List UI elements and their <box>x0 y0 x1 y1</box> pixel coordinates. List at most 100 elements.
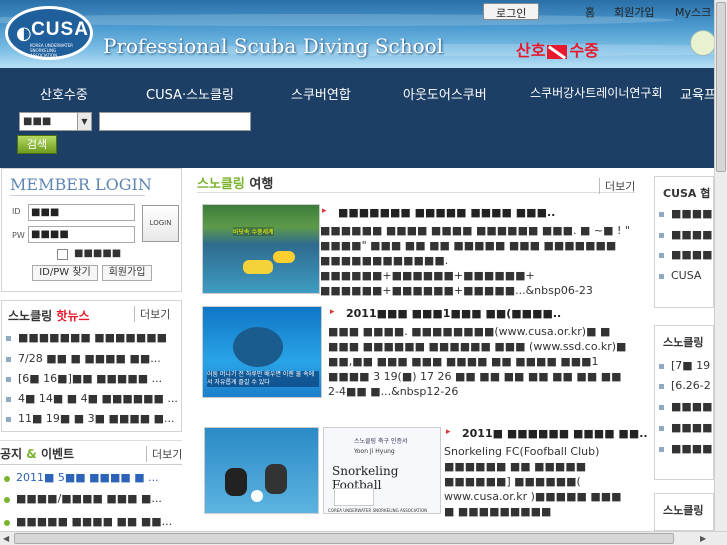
logo-text: CUSA <box>31 19 89 40</box>
diver-figure <box>265 464 287 494</box>
pw-label: PW <box>12 231 25 240</box>
nav-cusa[interactable]: CUSA·스노클링 <box>146 84 234 103</box>
nav-sanho[interactable]: 산호수중 <box>40 84 88 103</box>
list-item[interactable]: CUSA <box>655 269 701 282</box>
save-id-label: ■■■■■ <box>74 248 122 259</box>
certificate-footer: COREA UNDERWATER SNORKELING ASSOCIATION <box>328 508 428 513</box>
notice-title-b: 이벤트 <box>40 447 75 461</box>
nav-scuba-union[interactable]: 스쿠버연합 <box>291 84 351 103</box>
list-item[interactable]: 2011■ 5■■ ■■■■ ■ ... <box>0 471 159 484</box>
travel-header: 스노클링 여행 더보기 <box>197 168 635 194</box>
logo-subtitle: KOREA UNDERWATER SNORKELING ASSOCIATION <box>30 43 73 58</box>
list-item[interactable]: ■■■■ <box>655 421 713 434</box>
notice-title-a: 공지 <box>0 447 23 461</box>
sanho-right-text: 수중 <box>569 41 599 60</box>
list-item[interactable]: ■■■■ <box>655 228 713 241</box>
snorkel-news-title-b: 핫뉴스 <box>56 309 90 323</box>
login-submit-button[interactable]: LOGIN <box>142 205 179 242</box>
cusa-box-title: CUSA 협 <box>663 187 711 200</box>
sanho-left-text: 산호 <box>516 41 546 60</box>
snorkel-right-box: 스노클링 [7■ 19 [6.26-2 ■■■■ ■■■■ ■■■■ <box>654 325 714 480</box>
travel-title-b: 여행 <box>249 177 274 192</box>
notice-title-amp: & <box>26 447 37 461</box>
list-item[interactable]: 11■ 19■ ■ 3■ ■■■■ ■... <box>2 412 175 425</box>
list-item[interactable]: ■■■■ <box>655 442 713 455</box>
post-thumbnail[interactable]: 어둠 머나기 전 하루만 배우면 이젠 물 속에서 자유롭게 즐길 수 있다 <box>202 306 322 398</box>
partner-emblem[interactable] <box>690 30 714 56</box>
search-button[interactable]: 검색 <box>17 135 57 154</box>
nav-menu: 산호수중 CUSA·스노클링 스쿠버연합 아웃도어스쿠버 스쿠버강사트레이너연구… <box>0 84 716 104</box>
nav-education[interactable]: 교육프 <box>680 84 716 103</box>
home-link[interactable]: 홈 <box>585 4 595 20</box>
sanho-logo[interactable]: 산호 수중 <box>516 37 599 61</box>
list-item[interactable]: [6.26-2 <box>655 379 711 392</box>
post-excerpt: ■■■ ■■■■. ■■■■■■■■(www.cusa.or.kr)■ ■ ■■… <box>328 325 627 398</box>
id-field[interactable]: ■■■ <box>28 204 135 221</box>
diver-icon: ◐ <box>16 23 32 44</box>
snorkel-right-title: 스노클링 <box>663 336 704 349</box>
post-thumbnail[interactable]: 바닷속 수중세계 <box>202 204 320 294</box>
certificate-top-text: 스노클링 축구 인증서 <box>354 438 408 445</box>
list-item[interactable]: ■■■■/■■■■ ■■■ ■... <box>0 492 162 505</box>
wave-decoration <box>0 14 674 26</box>
list-item[interactable]: 4■ 14■ ■ 4■ ■■■■■■ ... <box>2 392 178 405</box>
vertical-scrollbar[interactable] <box>714 0 727 531</box>
ball-icon <box>251 490 263 502</box>
nav-instructor[interactable]: 스쿠버강사트레이너연구회 <box>530 84 662 101</box>
dive-flag-icon <box>547 44 568 59</box>
member-login-box: MEMBER LOGIN ID PW ■■■ ■■■■ LOGIN ■■■■■ … <box>1 168 182 292</box>
snorkel-right-title-2: 스노클링 <box>663 504 704 517</box>
thumbnail-caption: 어둠 머나기 전 하루만 배우면 이젠 물 속에서 자유롭게 즐길 수 있다 <box>207 371 319 387</box>
list-item[interactable]: 7/28 ■■ ■ ■■■■ ■■... <box>2 352 161 365</box>
cusa-logo[interactable]: ◐ CUSA KOREA UNDERWATER SNORKELING ASSOC… <box>5 6 93 60</box>
diver-figure <box>273 251 295 263</box>
save-id-checkbox[interactable] <box>57 249 68 260</box>
site-header: ◐ CUSA KOREA UNDERWATER SNORKELING ASSOC… <box>0 0 714 68</box>
notice-more-link[interactable]: 더보기 <box>146 446 182 462</box>
school-title: Professional Scuba Diving School <box>103 34 444 58</box>
divider <box>0 464 182 465</box>
post-title[interactable]: ■■■■■■■ ■■■■■ ■■■■ ■■■.. <box>320 206 555 219</box>
list-item[interactable]: ■■■■ <box>655 207 713 220</box>
nav-outdoor[interactable]: 아웃도어스쿠버 <box>403 84 487 103</box>
search-select-value: ■■■ <box>23 116 52 127</box>
my-link[interactable]: My스크 <box>675 4 711 20</box>
travel-title-a: 스노클링 <box>197 177 245 192</box>
travel-title: 스노클링 여행 <box>197 173 273 192</box>
list-item[interactable]: [6■ 16■]■■ ■■■■■ ... <box>2 372 162 385</box>
list-item[interactable]: ■■■■■ ■■■■ ■■ ■■... <box>0 515 172 528</box>
id-label: ID <box>12 207 21 216</box>
search-select[interactable]: ■■■ ▼ <box>19 112 92 131</box>
post-title[interactable]: 2011■ ■■■■■■ ■■■■ ■■.. <box>444 427 648 440</box>
post-thumbnail[interactable] <box>204 427 319 514</box>
notice-title: 공지 & 이벤트 <box>0 445 74 462</box>
horizontal-scrollbar[interactable]: ◀ ▶ <box>0 531 727 545</box>
snorkel-news-more-link[interactable]: 더보기 <box>134 306 170 322</box>
list-item[interactable]: ■■■■ <box>655 400 713 413</box>
list-item[interactable]: [7■ 19 <box>655 359 710 372</box>
login-button[interactable]: 로그인 <box>483 3 540 20</box>
divider <box>10 195 145 196</box>
certificate-seal <box>334 488 374 506</box>
scroll-right-arrow-icon[interactable]: ▶ <box>700 534 706 543</box>
post-title[interactable]: 2011■■■ ■■■1■■■ ■■(■■■■.. <box>328 307 561 320</box>
cusa-box: CUSA 협 ■■■■ ■■■■ ■■■■ CUSA <box>654 176 714 308</box>
scroll-left-arrow-icon[interactable]: ◀ <box>3 534 9 543</box>
list-item[interactable]: ■■■■ <box>655 248 713 261</box>
diver-figure <box>243 260 273 274</box>
chevron-down-icon[interactable]: ▼ <box>77 113 91 130</box>
list-item[interactable]: ■■■■■■■ ■■■■■■■ <box>2 331 167 344</box>
snorkel-news-title: 스노클링 핫뉴스 <box>8 307 89 324</box>
travel-more-link[interactable]: 더보기 <box>599 178 635 194</box>
pw-field[interactable]: ■■■■ <box>28 226 135 243</box>
certificate-image[interactable]: 스노클링 축구 인증서 Yoon Ji Hyung Snorkeling Foo… <box>323 427 441 514</box>
join-button[interactable]: 회원가입 <box>102 265 152 281</box>
notice-box: 공지 & 이벤트 더보기 2011■ 5■■ ■■■■ ■ ... ■■■■/■… <box>0 440 182 531</box>
post-excerpt: ■■■■■■ ■■■■ ■■■■ ■■■■■■ ■■■. ■ ~■ ! " ■■… <box>320 224 630 297</box>
horizontal-scroll-thumb[interactable] <box>14 533 674 544</box>
join-link[interactable]: 회원가입 <box>614 4 654 20</box>
search-input[interactable] <box>99 112 251 131</box>
find-id-pw-button[interactable]: ID/PW 찾기 <box>32 265 98 281</box>
vertical-scroll-thumb[interactable] <box>716 2 726 172</box>
snorkel-news-title-a: 스노클링 <box>8 309 53 323</box>
